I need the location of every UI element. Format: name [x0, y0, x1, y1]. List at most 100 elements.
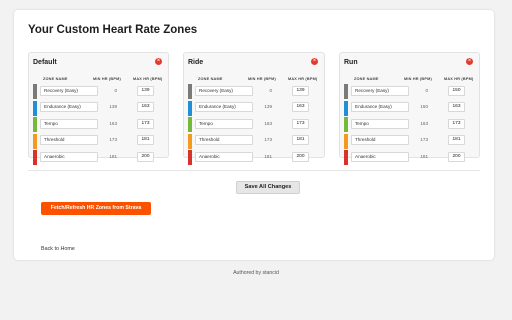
zone-max-hr-input[interactable]: 173 [292, 118, 309, 129]
save-all-changes-button[interactable]: Save All Changes [236, 181, 300, 194]
zone-row: Threshold 173 181 [33, 133, 166, 149]
zone-name-input[interactable]: Recovery (Easy) [351, 85, 409, 96]
column-header-zone-name: ZONE NAME [198, 77, 223, 81]
zone-name-input[interactable]: Threshold [351, 135, 409, 145]
zone-min-hr: 173 [264, 137, 272, 142]
zone-min-hr: 150 [420, 104, 428, 109]
zone-name-input[interactable]: Endurance (Easy) [351, 102, 409, 112]
zone-max-hr-input[interactable]: 181 [448, 135, 465, 145]
zone-row: Anaerobic 181 200 [344, 150, 477, 165]
zone-min-hr: 0 [425, 87, 428, 93]
panel-title: Default [33, 59, 57, 66]
zone-max-hr-input[interactable]: 163 [137, 102, 154, 112]
zone-row: Threshold 173 181 [188, 133, 322, 149]
zone-color-bar [188, 133, 192, 149]
zone-max-hr-input[interactable]: 181 [137, 135, 154, 145]
zone-min-hr: 173 [420, 137, 428, 142]
zone-max-hr-input[interactable]: 139 [292, 85, 309, 96]
zone-max-hr-input[interactable]: 163 [292, 102, 309, 112]
zone-color-bar [344, 100, 348, 116]
zone-name-input[interactable]: Endurance (Easy) [195, 102, 253, 112]
zone-color-bar [33, 84, 37, 99]
panel-title: Run [344, 59, 358, 66]
zone-color-bar [188, 100, 192, 116]
zone-color-bar [188, 84, 192, 99]
zone-row: Recovery (Easy) 0 150 [344, 84, 477, 99]
zone-color-bar [188, 150, 192, 165]
zone-min-hr: 181 [109, 153, 117, 159]
zone-row: Endurance (Easy) 139 163 [33, 100, 166, 116]
zone-row: Tempo 163 173 [344, 117, 477, 132]
zone-min-hr: 173 [109, 137, 117, 142]
column-header-zone-name: ZONE NAME [354, 77, 379, 81]
zone-row: Threshold 173 181 [344, 133, 477, 149]
main-card: Your Custom Heart Rate Zones Default × ZON… [14, 10, 494, 260]
zone-max-hr-input[interactable]: 139 [137, 85, 154, 96]
zone-max-hr-input[interactable]: 181 [292, 135, 309, 145]
zone-min-hr: 181 [264, 153, 272, 159]
zone-name-input[interactable]: Anaerobic [351, 151, 409, 162]
column-header-max-hr: MAX HR (BPM) [288, 77, 318, 81]
zone-row: Tempo 163 173 [33, 117, 166, 132]
zone-name-input[interactable]: Tempo [40, 118, 98, 129]
zone-row: Endurance (Easy) 139 163 [188, 100, 322, 116]
zone-name-input[interactable]: Anaerobic [195, 151, 253, 162]
zone-panels: Default × ZONE NAME MIN HR (BPM) MAX HR (BPM… [28, 52, 480, 165]
zone-max-hr-input[interactable]: 200 [137, 151, 154, 162]
zone-color-bar [344, 117, 348, 132]
zone-min-hr: 163 [264, 120, 272, 126]
zone-name-input[interactable]: Threshold [40, 135, 98, 145]
zone-color-bar [188, 117, 192, 132]
zone-min-hr: 0 [114, 87, 117, 93]
zone-color-bar [33, 100, 37, 116]
zone-row: Recovery (Easy) 0 139 [33, 84, 166, 99]
zone-name-input[interactable]: Anaerobic [40, 151, 98, 162]
panel-run: Run × ZONE NAME MIN HR (BPM) MAX HR (BPM) Rec… [339, 52, 480, 165]
close-icon[interactable]: × [311, 58, 318, 65]
zone-min-hr: 139 [264, 104, 272, 109]
zone-max-hr-input[interactable]: 150 [448, 85, 465, 96]
zone-max-hr-input[interactable]: 173 [137, 118, 154, 129]
column-header-min-hr: MIN HR (BPM) [404, 77, 432, 81]
zone-color-bar [33, 133, 37, 149]
zone-color-bar [344, 84, 348, 99]
close-icon[interactable]: × [466, 58, 473, 65]
zone-min-hr: 163 [420, 120, 428, 126]
zone-name-input[interactable]: Tempo [195, 118, 253, 129]
column-header-zone-name: ZONE NAME [43, 77, 68, 81]
panel-title: Ride [188, 59, 204, 66]
zone-max-hr-input[interactable]: 200 [448, 151, 465, 162]
zone-row: Anaerobic 181 200 [188, 150, 322, 165]
column-header-min-hr: MIN HR (BPM) [248, 77, 276, 81]
column-header-max-hr: MAX HR (BPM) [133, 77, 163, 81]
zone-name-input[interactable]: Recovery (Easy) [195, 85, 253, 96]
footer-text: Authored by stancid [233, 270, 279, 276]
zone-min-hr: 163 [109, 120, 117, 126]
zone-color-bar [344, 150, 348, 165]
close-icon[interactable]: × [155, 58, 162, 65]
back-to-home-link[interactable]: Back to Home [41, 246, 75, 252]
zone-name-input[interactable]: Recovery (Easy) [40, 85, 98, 96]
fetch-strava-zones-button[interactable]: Fetch/Refresh HR Zones from Strava [41, 202, 151, 215]
zone-color-bar [33, 117, 37, 132]
zone-row: Anaerobic 181 200 [33, 150, 166, 165]
panel-default: Default × ZONE NAME MIN HR (BPM) MAX HR (BPM… [28, 52, 169, 165]
zone-name-input[interactable]: Tempo [351, 118, 409, 129]
panel-ride: Ride × ZONE NAME MIN HR (BPM) MAX HR (BPM) Re… [183, 52, 325, 165]
zone-min-hr: 139 [109, 104, 117, 109]
column-header-min-hr: MIN HR (BPM) [93, 77, 121, 81]
zone-row: Endurance (Easy) 150 163 [344, 100, 477, 116]
zone-max-hr-input[interactable]: 200 [292, 151, 309, 162]
zone-color-bar [344, 133, 348, 149]
zone-max-hr-input[interactable]: 163 [448, 102, 465, 112]
zone-min-hr: 0 [269, 87, 272, 93]
zone-min-hr: 181 [420, 153, 428, 159]
zone-name-input[interactable]: Endurance (Easy) [40, 102, 98, 112]
zone-max-hr-input[interactable]: 173 [448, 118, 465, 129]
zone-name-input[interactable]: Threshold [195, 135, 253, 145]
zone-row: Recovery (Easy) 0 139 [188, 84, 322, 99]
page-title: Your Custom Heart Rate Zones [28, 24, 198, 36]
zone-row: Tempo 163 173 [188, 117, 322, 132]
section-divider [28, 170, 480, 171]
column-header-max-hr: MAX HR (BPM) [444, 77, 474, 81]
